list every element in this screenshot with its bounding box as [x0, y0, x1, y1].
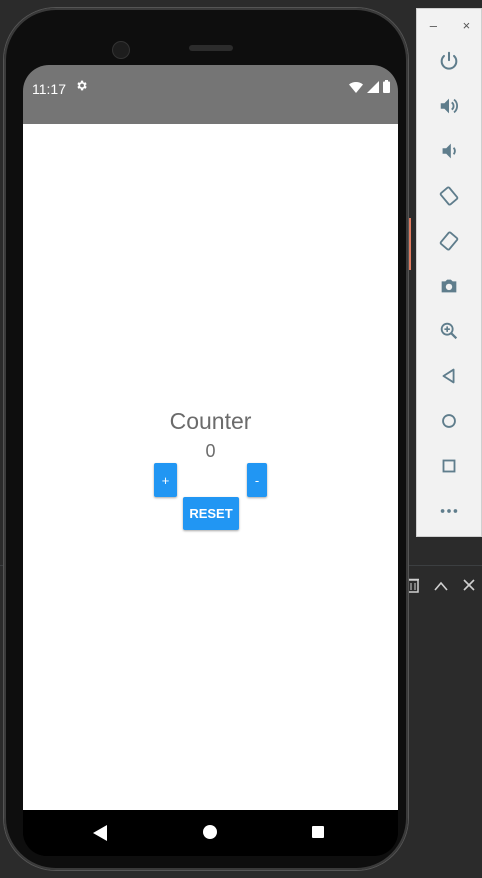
back-icon[interactable] [435, 362, 463, 390]
close-icon[interactable] [463, 578, 475, 596]
trash-icon[interactable] [407, 577, 420, 598]
chevron-up-icon[interactable] [434, 578, 448, 596]
status-icons [349, 80, 390, 98]
phone-screen: 11:17 Counter 0 + - RESET [23, 65, 398, 856]
navigation-bar [23, 810, 398, 856]
recents-icon[interactable] [312, 826, 324, 838]
status-bar: 11:17 [23, 65, 398, 124]
window-controls: – × [417, 15, 482, 35]
volume-down-icon[interactable] [435, 137, 463, 165]
camera-icon[interactable] [435, 272, 463, 300]
counter-value: 0 [205, 441, 216, 461]
back-icon[interactable] [93, 825, 107, 846]
gear-icon [75, 79, 88, 96]
app-content: Counter 0 + - RESET [23, 124, 398, 810]
counter-title: Counter [169, 408, 252, 434]
wifi-icon [349, 80, 363, 98]
emulator-toolbar: – × [416, 8, 482, 537]
phone-frame: 11:17 Counter 0 + - RESET [4, 8, 408, 870]
rotate-left-icon[interactable] [435, 182, 463, 210]
increment-button[interactable]: + [154, 463, 177, 497]
home-icon[interactable] [203, 825, 217, 839]
battery-icon [383, 80, 390, 98]
volume-up-icon[interactable] [435, 92, 463, 120]
emulator-window: 11:17 Counter 0 + - RESET – × [0, 0, 482, 878]
more-icon[interactable] [435, 497, 463, 525]
ide-panel-toolbar [400, 572, 482, 602]
reset-button[interactable]: RESET [183, 497, 239, 530]
close-button[interactable]: × [463, 18, 471, 33]
rotate-right-icon[interactable] [435, 227, 463, 255]
decrement-button[interactable]: - [247, 463, 267, 497]
overview-icon[interactable] [435, 452, 463, 480]
signal-icon [367, 80, 379, 98]
status-time: 11:17 [32, 81, 66, 97]
power-icon[interactable] [435, 47, 463, 75]
front-camera [112, 41, 130, 59]
zoom-icon[interactable] [435, 317, 463, 345]
earpiece-speaker [189, 45, 233, 51]
home-icon[interactable] [435, 407, 463, 435]
minimize-button[interactable]: – [430, 18, 437, 33]
